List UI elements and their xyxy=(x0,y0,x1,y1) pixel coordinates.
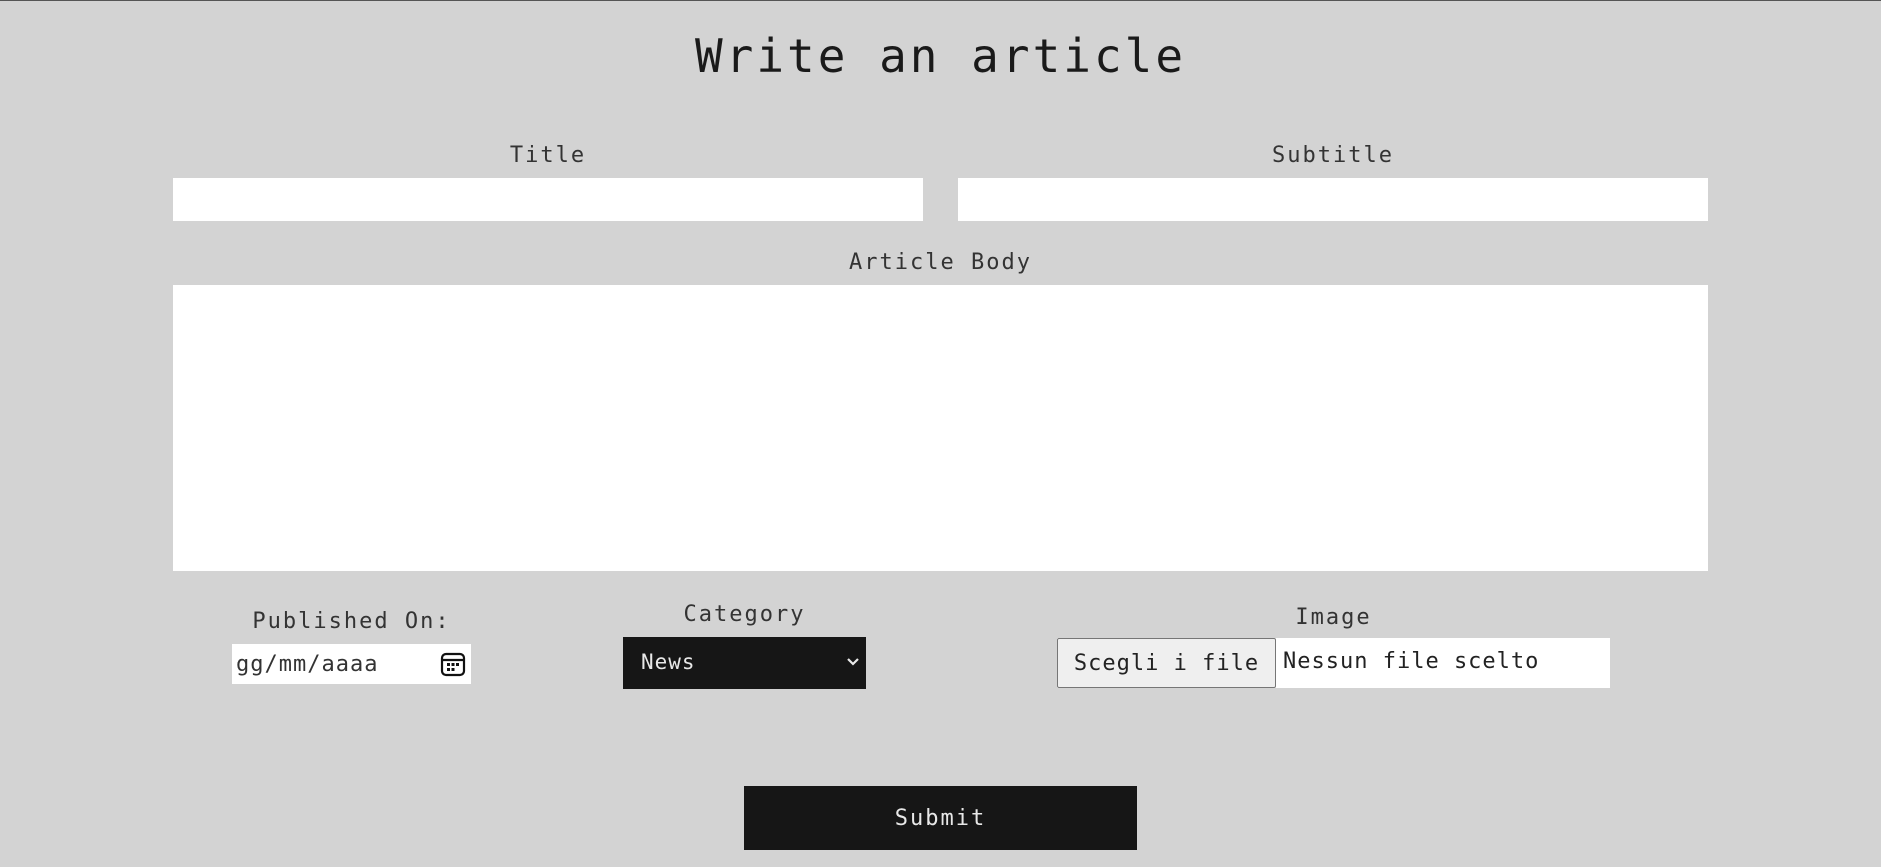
page-title: Write an article xyxy=(694,29,1187,83)
category-selected-value: News xyxy=(641,650,696,674)
image-label: Image xyxy=(1295,605,1372,630)
submit-button[interactable]: Submit xyxy=(744,786,1137,850)
category-label: Category xyxy=(683,602,806,627)
subtitle-input[interactable] xyxy=(958,178,1708,221)
chevron-down-icon xyxy=(847,658,859,666)
article-body-label: Article Body xyxy=(849,250,1032,275)
published-on-label: Published On: xyxy=(252,609,451,634)
subtitle-label: Subtitle xyxy=(1272,143,1394,168)
title-label: Title xyxy=(509,143,587,168)
date-placeholder: gg/mm/aaaa xyxy=(236,652,379,677)
category-select[interactable]: News xyxy=(623,637,866,689)
published-on-date-input[interactable]: gg/mm/aaaa xyxy=(232,644,471,684)
calendar-icon[interactable] xyxy=(439,650,467,678)
file-status-text: Nessun file scelto xyxy=(1283,649,1540,674)
article-body-textarea[interactable] xyxy=(173,285,1708,571)
title-input[interactable] xyxy=(173,178,923,221)
image-file-input[interactable]: Scegli i file Nessun file scelto xyxy=(1057,638,1610,688)
choose-file-button[interactable]: Scegli i file xyxy=(1057,638,1276,688)
